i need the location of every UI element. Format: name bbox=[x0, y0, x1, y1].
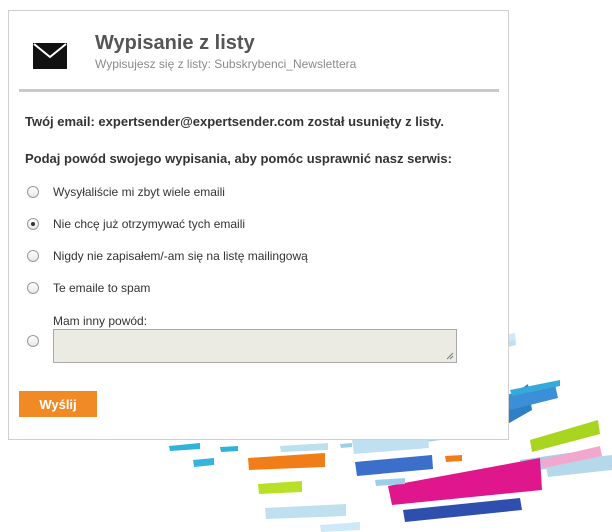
resize-grip-icon[interactable] bbox=[446, 352, 454, 360]
reason-option-spam[interactable]: Te emaile to spam bbox=[27, 280, 150, 296]
submit-button[interactable]: Wyślij bbox=[19, 391, 97, 417]
other-reason-label: Mam inny powód: bbox=[53, 314, 148, 328]
option-label: Nigdy nie zapisałem/-am się na listę mai… bbox=[53, 249, 308, 263]
list-subtitle: Wypisujesz się z listy: Subskrybenci_New… bbox=[95, 57, 357, 71]
reason-option-no-longer-want[interactable]: Nie chcę już otrzymywać tych emaili bbox=[27, 216, 245, 232]
radio-button-selected[interactable] bbox=[27, 218, 39, 230]
option-label: Nie chcę już otrzymywać tych emaili bbox=[53, 217, 246, 231]
reason-option-never-subscribed[interactable]: Nigdy nie zapisałem/-am się na listę mai… bbox=[27, 248, 308, 264]
radio-button[interactable] bbox=[27, 186, 39, 198]
mail-icon bbox=[33, 43, 67, 69]
other-reason-textarea[interactable] bbox=[53, 329, 457, 363]
radio-button[interactable] bbox=[27, 282, 39, 294]
divider bbox=[19, 89, 499, 92]
reason-option-other-radio[interactable] bbox=[27, 335, 39, 347]
removed-email-message: Twój email: expertsender@expertsender.co… bbox=[25, 114, 444, 129]
reason-question: Podaj powód swojego wypisania, aby pomóc… bbox=[25, 151, 452, 166]
radio-button[interactable] bbox=[27, 250, 39, 262]
reason-option-too-many[interactable]: Wysyłaliście mi zbyt wiele emaili bbox=[27, 184, 225, 200]
page-title: Wypisanie z listy bbox=[95, 32, 255, 54]
unsubscribe-card: Wypisanie z listy Wypisujesz się z listy… bbox=[8, 10, 509, 440]
header: Wypisanie z listy Wypisujesz się z listy… bbox=[9, 11, 508, 91]
option-label: Te emaile to spam bbox=[53, 281, 151, 295]
option-label: Wysyłaliście mi zbyt wiele emaili bbox=[53, 185, 225, 199]
